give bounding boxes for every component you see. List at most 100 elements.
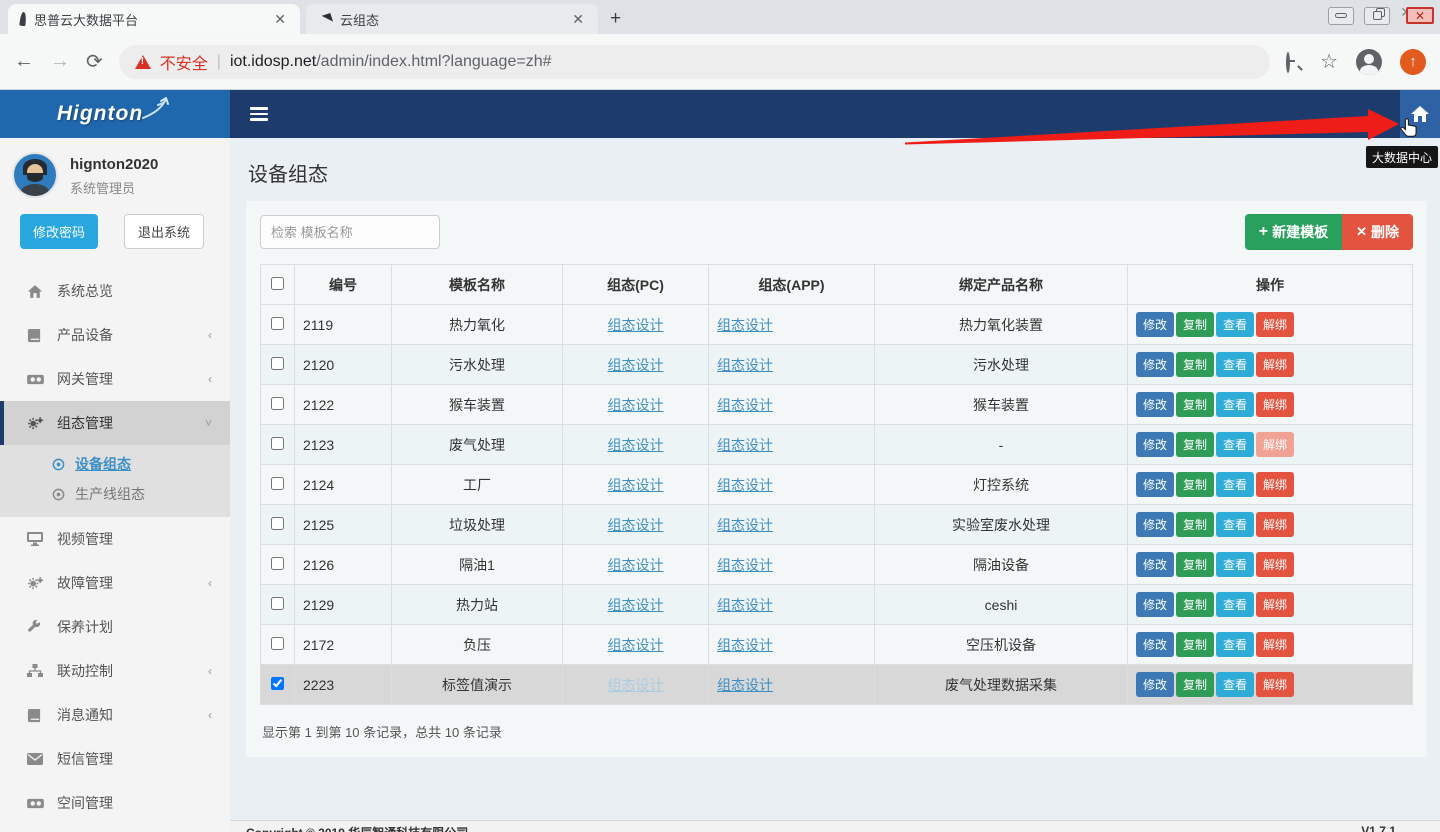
edit-button[interactable]: 修改 — [1136, 672, 1174, 697]
config-pc-link[interactable]: 组态设计 — [608, 397, 664, 413]
config-app-link[interactable]: 组态设计 — [717, 557, 773, 573]
config-pc-link[interactable]: 组态设计 — [608, 437, 664, 453]
row-checkbox[interactable] — [271, 597, 284, 610]
copy-button[interactable]: 复制 — [1176, 312, 1214, 337]
config-pc-link[interactable]: 组态设计 — [608, 597, 664, 613]
edit-button[interactable]: 修改 — [1136, 352, 1174, 377]
row-checkbox[interactable] — [271, 677, 284, 690]
config-pc-link[interactable]: 组态设计 — [608, 637, 664, 653]
view-button[interactable]: 查看 — [1216, 312, 1254, 337]
sidebar-item-7[interactable]: 联动控制‹ — [0, 649, 230, 693]
copy-button[interactable]: 复制 — [1176, 592, 1214, 617]
minimize-button[interactable] — [1328, 7, 1354, 25]
view-button[interactable]: 查看 — [1216, 352, 1254, 377]
edit-button[interactable]: 修改 — [1136, 592, 1174, 617]
submenu-item-0[interactable]: 设备组态 — [0, 449, 230, 479]
sidebar-item-10[interactable]: 空间管理 — [0, 781, 230, 825]
row-checkbox[interactable] — [271, 517, 284, 530]
config-app-link[interactable]: 组态设计 — [717, 317, 773, 333]
edit-button[interactable]: 修改 — [1136, 632, 1174, 657]
view-button[interactable]: 查看 — [1216, 432, 1254, 457]
row-checkbox[interactable] — [271, 317, 284, 330]
view-button[interactable]: 查看 — [1216, 392, 1254, 417]
browser-tab-cloud-config[interactable]: 云组态 ✕ — [306, 4, 598, 34]
unbind-button[interactable]: 解绑 — [1256, 312, 1294, 337]
sidebar-item-1[interactable]: 产品设备‹ — [0, 313, 230, 357]
config-app-link[interactable]: 组态设计 — [717, 437, 773, 453]
view-button[interactable]: 查看 — [1216, 472, 1254, 497]
copy-button[interactable]: 复制 — [1176, 552, 1214, 577]
view-button[interactable]: 查看 — [1216, 552, 1254, 577]
config-pc-link[interactable]: 组态设计 — [608, 557, 664, 573]
unbind-button[interactable]: 解绑 — [1256, 472, 1294, 497]
view-button[interactable]: 查看 — [1216, 672, 1254, 697]
copy-button[interactable]: 复制 — [1176, 352, 1214, 377]
edit-button[interactable]: 修改 — [1136, 392, 1174, 417]
config-app-link[interactable]: 组态设计 — [717, 477, 773, 493]
sidebar-item-6[interactable]: 保养计划 — [0, 605, 230, 649]
copy-button[interactable]: 复制 — [1176, 392, 1214, 417]
row-checkbox[interactable] — [271, 357, 284, 370]
submenu-item-1[interactable]: 生产线组态 — [0, 479, 230, 509]
config-app-link[interactable]: 组态设计 — [717, 397, 773, 413]
back-icon[interactable]: ← — [14, 50, 34, 73]
config-app-link[interactable]: 组态设计 — [717, 357, 773, 373]
row-checkbox[interactable] — [271, 637, 284, 650]
sidebar-item-8[interactable]: 消息通知‹ — [0, 693, 230, 737]
restore-button[interactable] — [1364, 7, 1390, 25]
edit-button[interactable]: 修改 — [1136, 552, 1174, 577]
close-button[interactable]: ✕ — [1406, 7, 1434, 24]
select-all-checkbox[interactable] — [271, 277, 284, 290]
config-app-link[interactable]: 组态设计 — [717, 597, 773, 613]
address-bar[interactable]: 不安全 | iot.idosp.net/admin/index.html?lan… — [119, 45, 1270, 79]
unbind-button[interactable]: 解绑 — [1256, 592, 1294, 617]
copy-button[interactable]: 复制 — [1176, 672, 1214, 697]
view-button[interactable]: 查看 — [1216, 632, 1254, 657]
edit-button[interactable]: 修改 — [1136, 312, 1174, 337]
view-button[interactable]: 查看 — [1216, 512, 1254, 537]
delete-button[interactable]: ✕删除 — [1342, 214, 1413, 250]
tab-close-icon[interactable]: ✕ — [568, 11, 588, 28]
tab-close-icon[interactable]: ✕ — [270, 11, 290, 28]
browser-profile-icon[interactable] — [1356, 49, 1382, 75]
row-checkbox[interactable] — [271, 437, 284, 450]
sidebar-item-5[interactable]: 故障管理‹ — [0, 561, 230, 605]
unbind-button[interactable]: 解绑 — [1256, 512, 1294, 537]
bigdata-home-button[interactable] — [1400, 90, 1440, 138]
forward-icon[interactable]: → — [50, 50, 70, 73]
search-input[interactable] — [260, 215, 440, 249]
config-pc-link[interactable]: 组态设计 — [608, 677, 664, 693]
edit-button[interactable]: 修改 — [1136, 432, 1174, 457]
change-password-button[interactable]: 修改密码 — [20, 214, 98, 249]
zoom-icon[interactable] — [1286, 54, 1302, 70]
sidebar-item-9[interactable]: 短信管理 — [0, 737, 230, 781]
edit-button[interactable]: 修改 — [1136, 472, 1174, 497]
row-checkbox[interactable] — [271, 397, 284, 410]
sidebar-item-0[interactable]: 系统总览 — [0, 269, 230, 313]
config-app-link[interactable]: 组态设计 — [717, 517, 773, 533]
view-button[interactable]: 查看 — [1216, 592, 1254, 617]
sidebar-item-4[interactable]: 视频管理 — [0, 517, 230, 561]
unbind-button[interactable]: 解绑 — [1256, 432, 1294, 457]
config-pc-link[interactable]: 组态设计 — [608, 357, 664, 373]
copy-button[interactable]: 复制 — [1176, 432, 1214, 457]
config-pc-link[interactable]: 组态设计 — [608, 477, 664, 493]
copy-button[interactable]: 复制 — [1176, 632, 1214, 657]
reload-icon[interactable]: ⟳ — [86, 49, 103, 74]
unbind-button[interactable]: 解绑 — [1256, 392, 1294, 417]
logout-button[interactable]: 退出系统 — [124, 214, 204, 249]
config-app-link[interactable]: 组态设计 — [717, 677, 773, 693]
menu-toggle-button[interactable] — [250, 104, 268, 124]
unbind-button[interactable]: 解绑 — [1256, 632, 1294, 657]
unbind-button[interactable]: 解绑 — [1256, 672, 1294, 697]
copy-button[interactable]: 复制 — [1176, 472, 1214, 497]
edit-button[interactable]: 修改 — [1136, 512, 1174, 537]
sidebar-item-3[interactable]: 组态管理˅ — [0, 401, 230, 445]
copy-button[interactable]: 复制 — [1176, 512, 1214, 537]
config-pc-link[interactable]: 组态设计 — [608, 317, 664, 333]
unbind-button[interactable]: 解绑 — [1256, 552, 1294, 577]
row-checkbox[interactable] — [271, 477, 284, 490]
new-tab-button[interactable]: + — [598, 8, 633, 34]
sidebar-item-2[interactable]: 网关管理‹ — [0, 357, 230, 401]
bookmark-star-icon[interactable]: ☆ — [1320, 49, 1338, 74]
